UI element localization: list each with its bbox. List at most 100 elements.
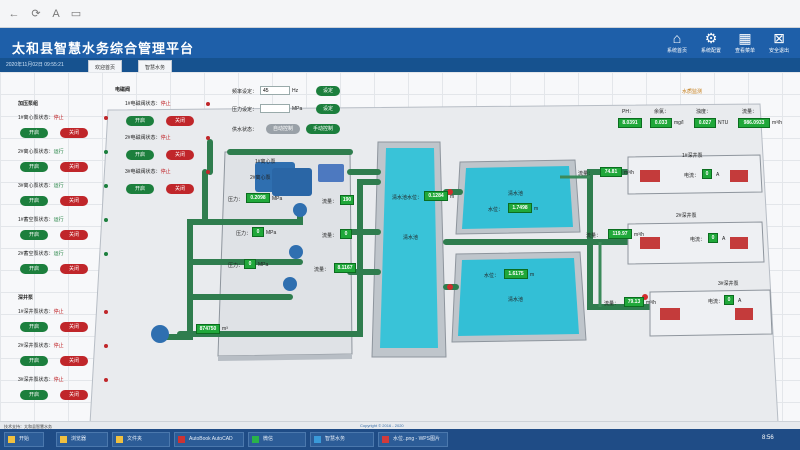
nav-logout[interactable]: ⊠ 安全退出 — [762, 30, 796, 54]
pump5-status: 运行 — [53, 251, 64, 257]
deep1-start-button[interactable]: 开启 — [20, 322, 48, 332]
pool1-level-value: 1.7498 — [508, 203, 532, 213]
pressure-set-button[interactable]: 设定 — [316, 104, 340, 114]
deep2-indicator — [104, 344, 108, 348]
valve2-start-button[interactable]: 开启 — [126, 150, 154, 160]
pump3-start-button[interactable]: 开启 — [20, 196, 48, 206]
well-3-motor — [660, 308, 680, 320]
well1-label: 1#深井泵 — [682, 153, 703, 159]
pump3-label: 3#离心泵状态：运行 — [18, 183, 64, 189]
valve1-start-button[interactable]: 开启 — [126, 116, 154, 126]
pump1-stop-button[interactable]: 关闭 — [60, 128, 88, 138]
pump1-start-button[interactable]: 开启 — [20, 128, 48, 138]
back-icon[interactable]: ← — [8, 8, 20, 20]
pump5-indicator — [104, 252, 108, 256]
tank-level-label: 清水池水位： — [392, 195, 423, 201]
taskbar-water[interactable]: 智慧水务 — [310, 432, 374, 447]
chlorine-unit: mg/l — [674, 120, 684, 126]
valve3-status: 停止 — [160, 169, 171, 175]
valve2-stop-button[interactable]: 关闭 — [166, 150, 194, 160]
pump5-start-button[interactable]: 开启 — [20, 264, 48, 274]
pump2-room-label: 2#离心泵 — [250, 175, 271, 181]
pressure-input[interactable] — [260, 104, 290, 113]
valve1-status: 停止 — [160, 101, 171, 107]
browser-icon — [60, 436, 67, 443]
pump-unit-2 — [272, 168, 312, 196]
valve3-stop-button[interactable]: 关闭 — [166, 184, 194, 194]
pump3-stop-button[interactable]: 关闭 — [60, 196, 88, 206]
flow1-value: 190 — [340, 195, 354, 205]
ph-value: 8.0391 — [618, 118, 642, 128]
total-flow-unit: m³ — [222, 326, 228, 332]
deep1-stop-button[interactable]: 关闭 — [60, 322, 88, 332]
valve3-indicator — [206, 170, 210, 174]
deep3-stop-button[interactable]: 关闭 — [60, 390, 88, 400]
well3-current-label: 电流： — [708, 299, 724, 305]
freq-set-button[interactable]: 设定 — [316, 86, 340, 96]
pressure2-unit: MPa — [266, 230, 277, 236]
pump-deep — [151, 325, 169, 343]
deep3-indicator — [104, 378, 108, 382]
tab-water[interactable]: 智慧水务 — [138, 60, 173, 72]
deep2-stop-button[interactable]: 关闭 — [60, 356, 88, 366]
tank-level-unit: m — [450, 194, 455, 200]
font-icon[interactable]: A — [50, 8, 62, 20]
taskbar-autocad[interactable]: AutoBook AutoCAD — [174, 432, 244, 447]
taskbar-wps[interactable]: 水位..png - WPS图片 — [378, 432, 448, 447]
quality-flow-label: 流量： — [742, 109, 758, 115]
pressure-section-title: 加压泵组 — [18, 101, 39, 107]
pressure1-unit: MPa — [272, 196, 283, 202]
taskbar-browser[interactable]: 浏览器 — [56, 432, 108, 447]
valve-box — [318, 164, 344, 182]
nav-settings[interactable]: ⚙ 系统配置 — [694, 30, 728, 54]
taskbar-folder[interactable]: 文件夹 — [112, 432, 170, 447]
tab-welcome[interactable]: 欢迎首页 — [88, 60, 123, 72]
pump2-stop-button[interactable]: 关闭 — [60, 162, 88, 172]
well1-current-value: 0 — [702, 169, 712, 179]
well-3-tank — [735, 308, 753, 320]
water-app-icon — [314, 436, 321, 443]
start-button[interactable]: 开始 — [4, 432, 44, 447]
browser-toolbar: ← ⟳ A ▭ — [0, 0, 800, 28]
well3-flow-unit: m³/h — [646, 300, 656, 306]
valve2-indicator — [206, 136, 210, 140]
well-2-tank — [730, 237, 748, 249]
valve3-start-button[interactable]: 开启 — [126, 184, 154, 194]
pressure1-label: 压力： — [228, 197, 244, 203]
valve2-label: 2#电磁阀状态：停止 — [125, 135, 171, 141]
valve1-label: 1#电磁阀状态：停止 — [125, 101, 171, 107]
well2-current-value: 0 — [708, 233, 718, 243]
deep3-start-button[interactable]: 开启 — [20, 390, 48, 400]
well2-flow-label: 流量： — [586, 233, 602, 239]
copyright: Copyright © 2016 - 2020 — [360, 423, 404, 428]
pump3-indicator — [104, 184, 108, 188]
autocad-icon — [178, 436, 185, 443]
pump5-stop-button[interactable]: 关闭 — [60, 264, 88, 274]
manual-mode-button[interactable]: 手动控制 — [306, 124, 340, 134]
valve1-indicator — [206, 102, 210, 106]
valve2-status: 停止 — [160, 135, 171, 141]
refresh-icon[interactable]: ⟳ — [30, 8, 42, 20]
quality-flow-value: 986.0933 — [738, 118, 770, 128]
pressure3-unit: MPa — [258, 262, 269, 268]
auto-mode-button[interactable]: 自动控制 — [266, 124, 300, 134]
deep2-status: 停止 — [53, 343, 64, 349]
freq-input[interactable] — [260, 86, 290, 95]
well1-current-unit: A — [716, 172, 720, 178]
pump4-stop-button[interactable]: 关闭 — [60, 230, 88, 240]
flow3-value: 8.1167 — [334, 263, 356, 273]
pump1-status: 停止 — [53, 115, 64, 121]
valve1-stop-button[interactable]: 关闭 — [166, 116, 194, 126]
deep2-start-button[interactable]: 开启 — [20, 356, 48, 366]
window-icon[interactable]: ▭ — [70, 8, 82, 20]
well3-label: 3#深井泵 — [718, 281, 739, 287]
turbidity-unit: NTU — [718, 120, 729, 126]
deep2-label: 2#深井泵状态：停止 — [18, 343, 64, 349]
nav-home[interactable]: ⌂ 系统首页 — [660, 30, 694, 54]
pump2-start-button[interactable]: 开启 — [20, 162, 48, 172]
taskbar-wechat[interactable]: 微信 — [248, 432, 306, 447]
nav-menu[interactable]: ▦ 查看菜单 — [728, 30, 762, 54]
pump4-start-button[interactable]: 开启 — [20, 230, 48, 240]
taskbar: 开始 浏览器 文件夹 AutoBook AutoCAD 微信 智慧水务 水位..… — [0, 429, 800, 450]
logout-icon: ⊠ — [773, 30, 785, 46]
